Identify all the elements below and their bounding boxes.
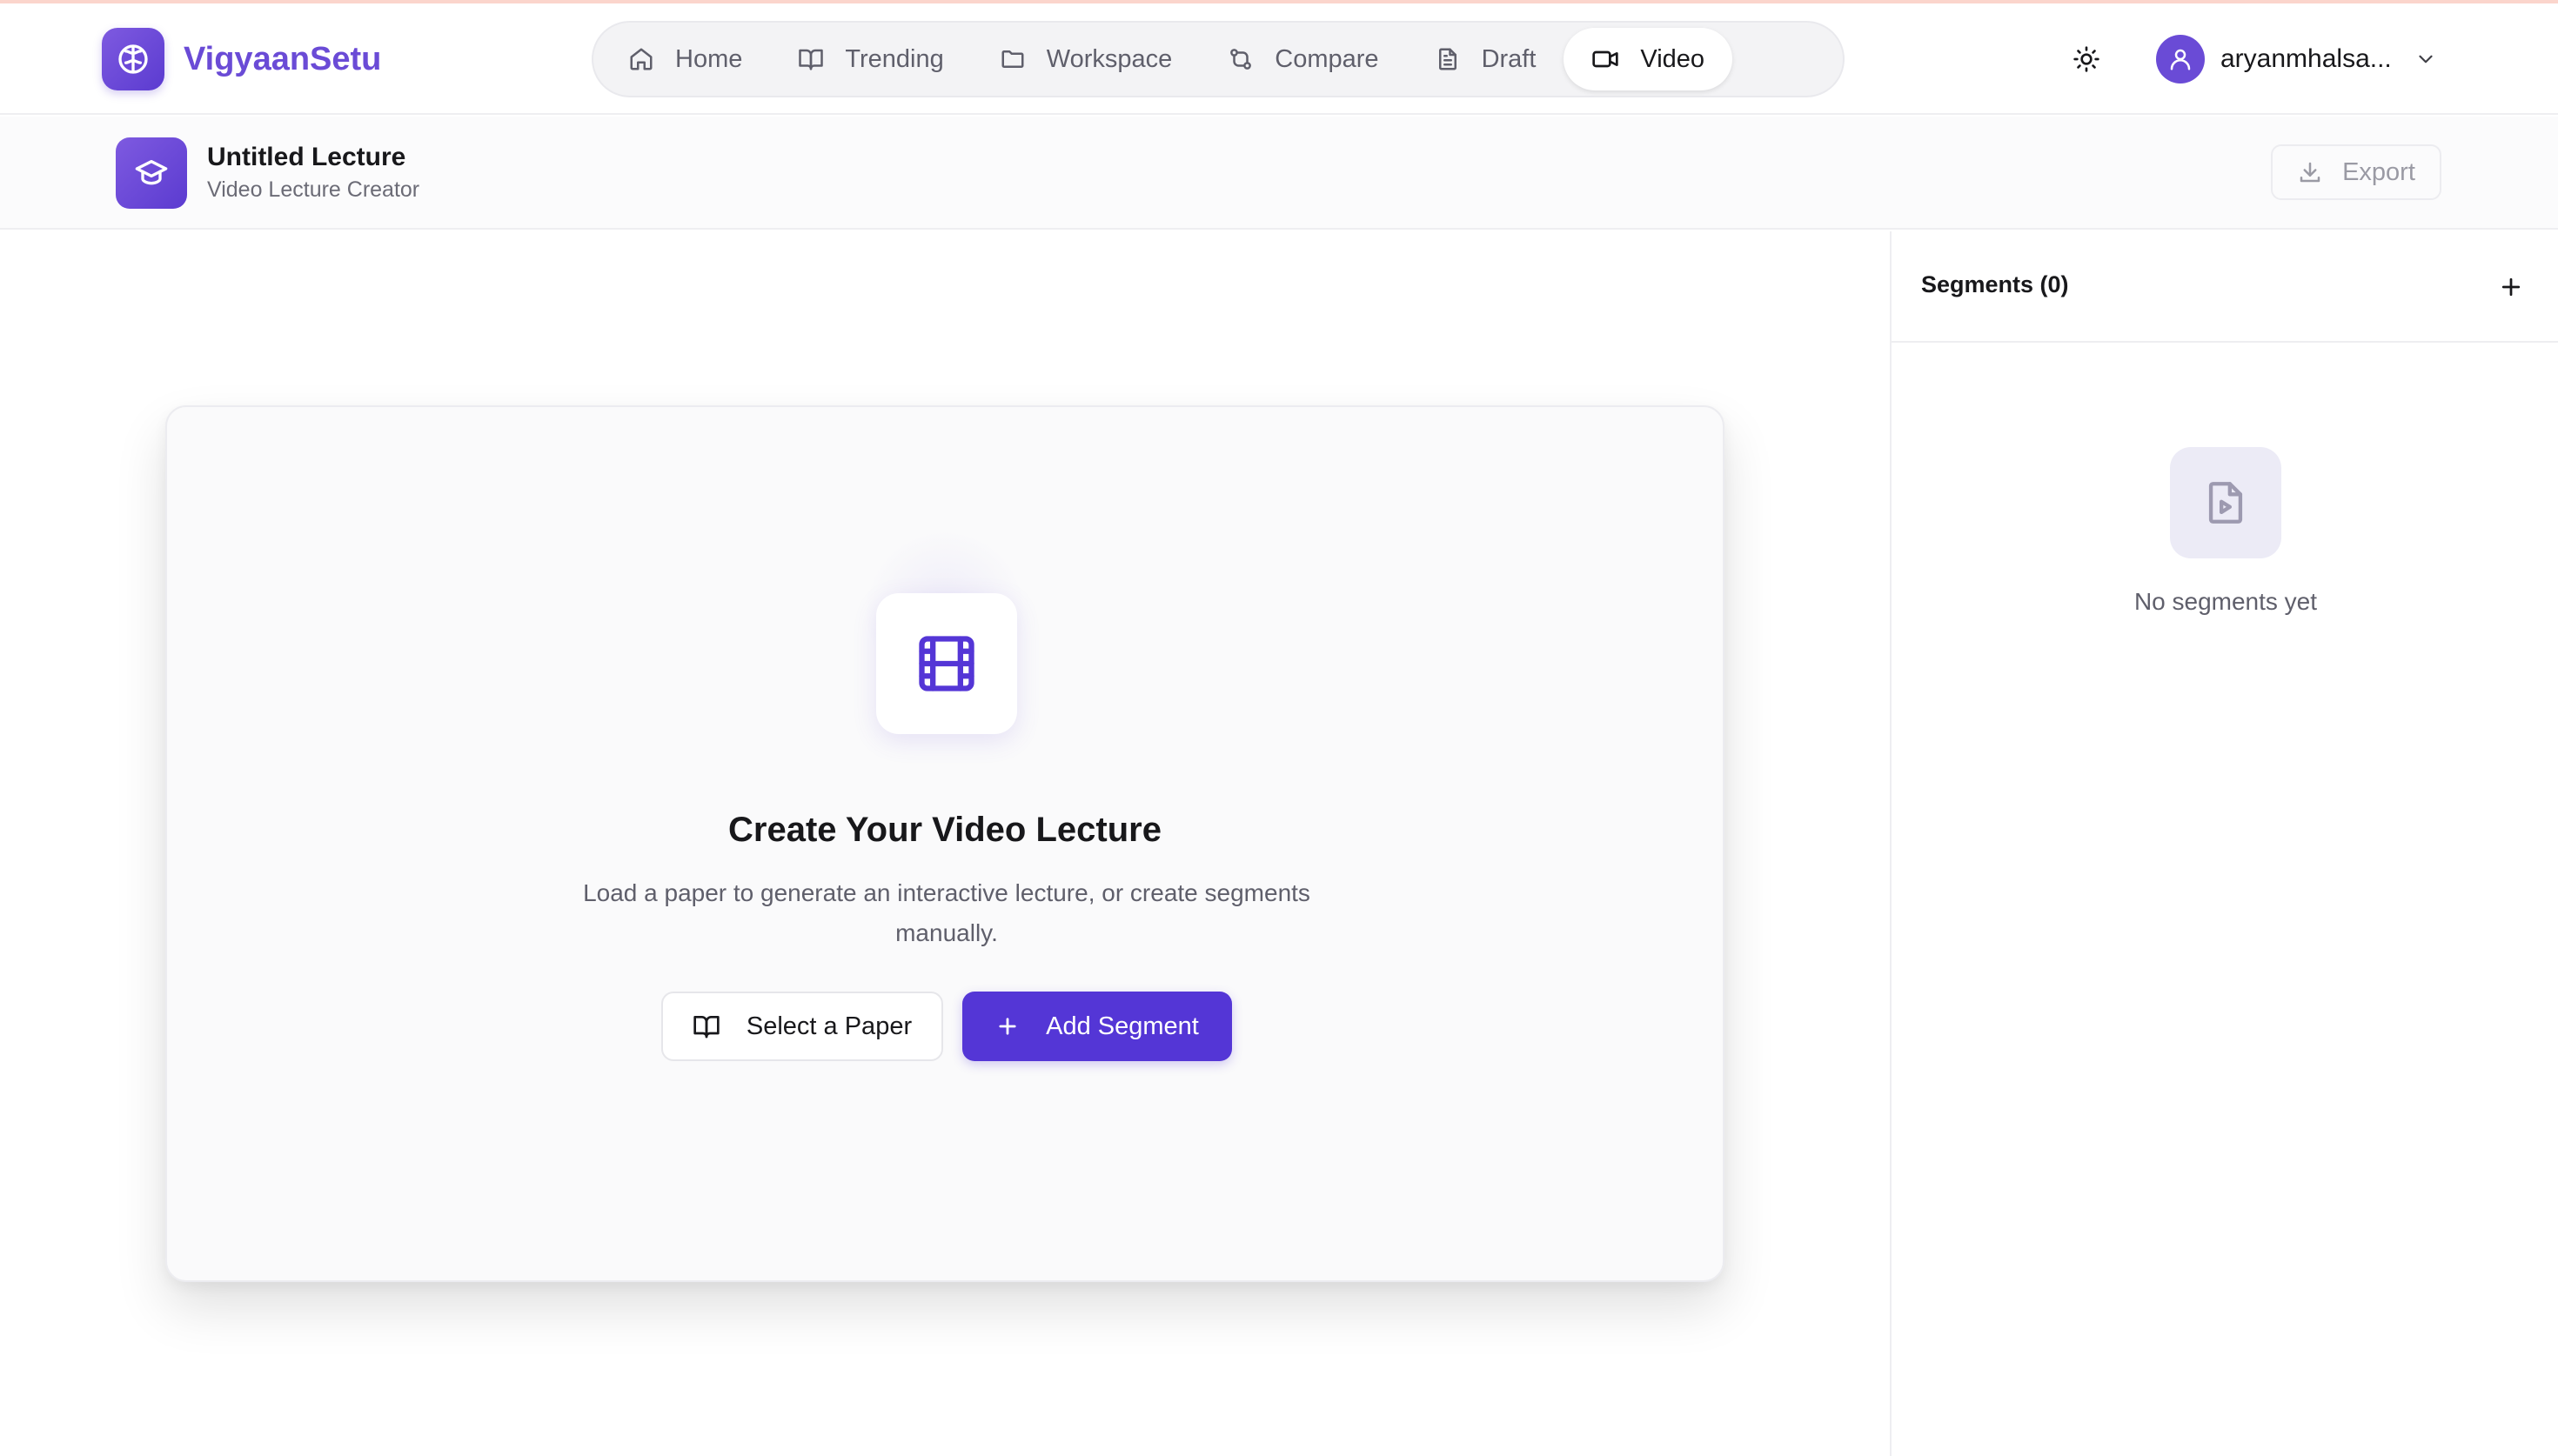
- add-segment-label: Add Segment: [1046, 1012, 1199, 1040]
- download-icon: [2297, 159, 2323, 185]
- lecture-subtitle: Video Lecture Creator: [207, 177, 420, 202]
- file-video-icon: [2200, 478, 2251, 528]
- nav-workspace-label: Workspace: [1046, 44, 1173, 73]
- nav-video[interactable]: Video: [1564, 28, 1733, 90]
- add-segment-button[interactable]: Add Segment: [962, 992, 1232, 1061]
- nav-video-label: Video: [1640, 44, 1705, 73]
- brand[interactable]: VigyaanSetu: [102, 28, 381, 90]
- film-icon-box: [876, 593, 1017, 734]
- avatar: [2156, 35, 2205, 83]
- nav-trending-label: Trending: [845, 44, 944, 73]
- graduation-cap-icon: [116, 137, 187, 209]
- empty-state-title: Create Your Video Lecture: [728, 811, 1162, 849]
- export-button[interactable]: Export: [2271, 144, 2441, 200]
- segments-panel: Segments (0) No segments yet: [1890, 231, 2558, 1456]
- export-label: Export: [2342, 157, 2415, 186]
- empty-state-description: Load a paper to generate an interactive …: [583, 879, 1310, 946]
- empty-state-card: Create Your Video Lecture Load a paper t…: [165, 405, 1724, 1282]
- nav-home[interactable]: Home: [600, 28, 770, 90]
- sun-icon: [2073, 45, 2100, 73]
- select-paper-label: Select a Paper: [746, 1012, 913, 1040]
- nav-trending[interactable]: Trending: [770, 28, 971, 90]
- user-name: aryanmhalsa...: [2220, 44, 2392, 73]
- git-compare-icon: [1228, 46, 1254, 72]
- brand-name: VigyaanSetu: [184, 40, 382, 77]
- video-icon: [1591, 45, 1619, 73]
- lecture-header: Untitled Lecture Video Lecture Creator E…: [0, 117, 2558, 230]
- nav-home-label: Home: [675, 44, 743, 73]
- user-menu[interactable]: aryanmhalsa...: [2156, 35, 2437, 83]
- chevron-down-icon: [2414, 48, 2437, 70]
- main-canvas: Create Your Video Lecture Load a paper t…: [0, 231, 1890, 1456]
- segments-empty-text: No segments yet: [2133, 588, 2318, 615]
- nav-draft-label: Draft: [1481, 44, 1537, 73]
- brain-icon: [102, 28, 164, 90]
- theme-toggle-button[interactable]: [2067, 40, 2106, 78]
- film-icon: [914, 631, 980, 697]
- book-open-icon: [798, 46, 824, 72]
- book-open-icon: [693, 1012, 720, 1040]
- main-nav: Home Trending Workspace Compare Draft Vi…: [592, 21, 1845, 97]
- lecture-title[interactable]: Untitled Lecture: [207, 143, 405, 172]
- nav-draft[interactable]: Draft: [1407, 28, 1564, 90]
- nav-workspace[interactable]: Workspace: [972, 28, 1201, 90]
- plus-icon: [2498, 274, 2524, 300]
- nav-compare[interactable]: Compare: [1200, 28, 1406, 90]
- document-icon: [1435, 46, 1461, 72]
- add-segment-icon-button[interactable]: [2492, 268, 2530, 306]
- select-paper-button[interactable]: Select a Paper: [661, 992, 943, 1061]
- segments-title: Segments (0): [1921, 271, 2069, 297]
- plus-icon: [995, 1014, 1020, 1039]
- file-video-icon-box: [2170, 447, 2281, 558]
- segments-header: Segments (0): [1892, 231, 2558, 343]
- home-icon: [628, 46, 654, 72]
- nav-compare-label: Compare: [1275, 44, 1379, 73]
- folder-icon: [1000, 46, 1026, 72]
- top-navbar: VigyaanSetu Home Trending Workspace Comp…: [0, 3, 2558, 115]
- user-icon: [2167, 46, 2193, 72]
